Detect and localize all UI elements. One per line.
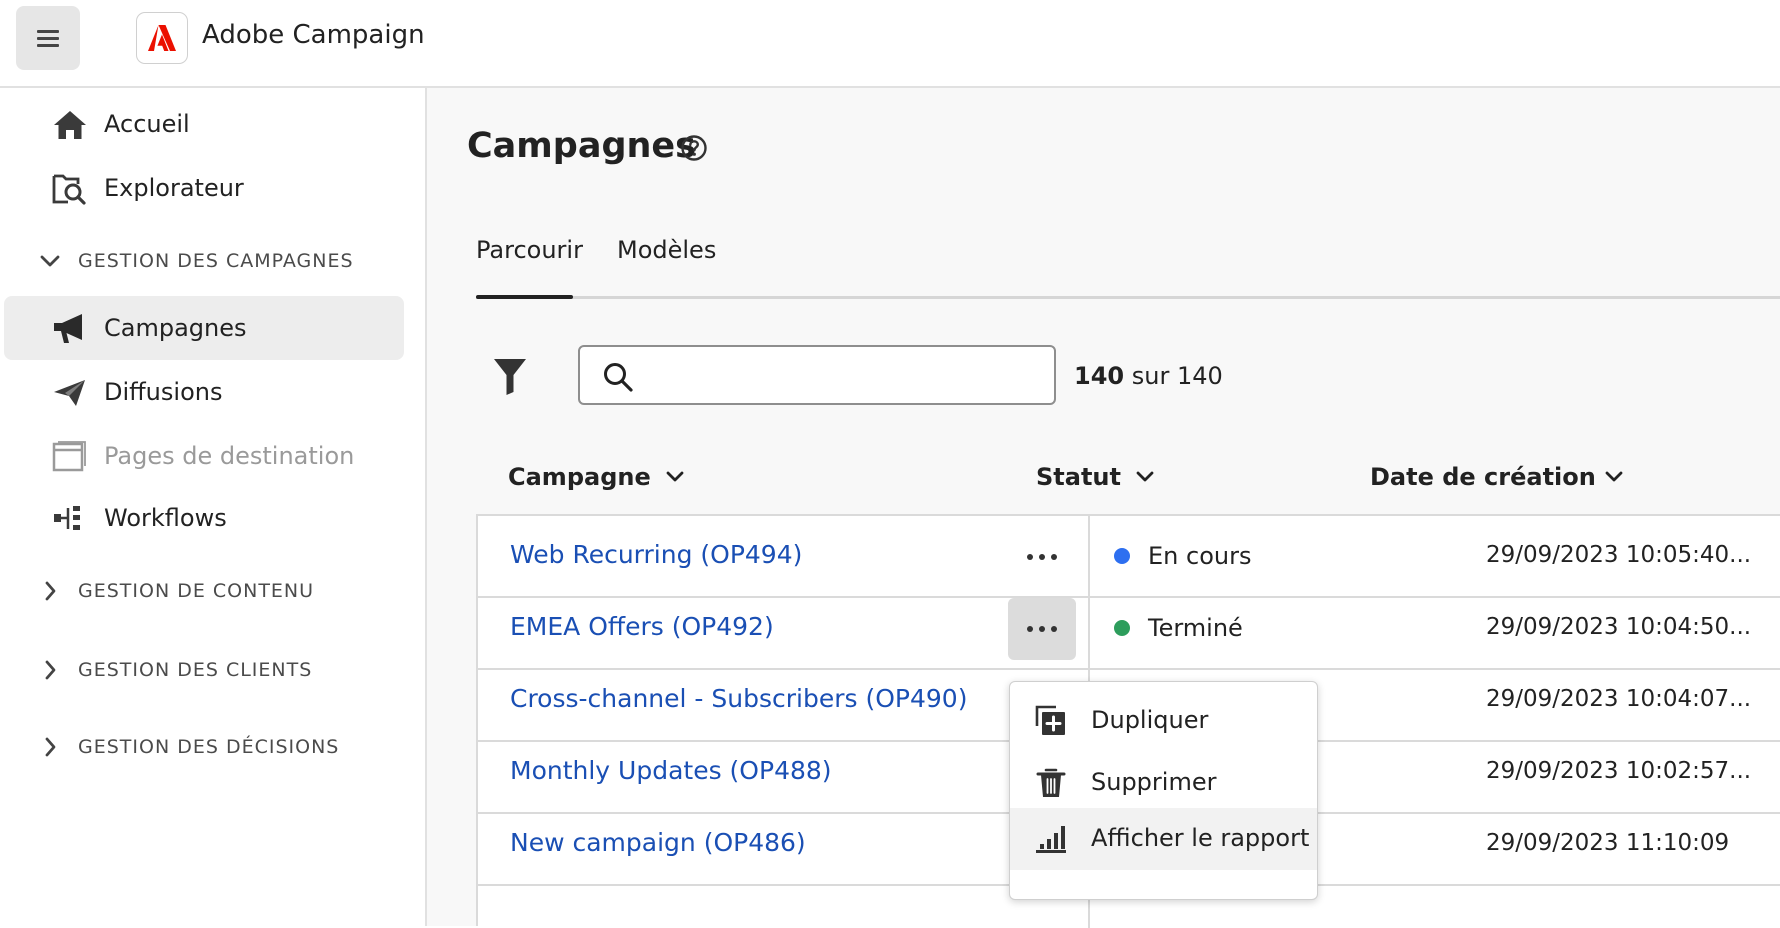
creation-date: 29/09/2023 10:05:40... bbox=[1486, 542, 1752, 568]
chevron-down-icon bbox=[666, 471, 684, 482]
column-header-label: Campagne bbox=[508, 463, 651, 491]
more-actions-button[interactable] bbox=[1008, 526, 1076, 588]
column-header-label: Date de création bbox=[1370, 463, 1596, 491]
sidebar-item-diffusions[interactable]: Diffusions bbox=[4, 360, 404, 424]
section-label: GESTION DE CONTENU bbox=[78, 580, 315, 602]
creation-date: 29/09/2023 10:02:57... bbox=[1486, 758, 1752, 784]
sidebar-item-label: Accueil bbox=[104, 110, 190, 138]
help-icon[interactable] bbox=[680, 134, 708, 162]
tab-modeles[interactable]: Modèles bbox=[617, 236, 716, 264]
status-cell: Terminé bbox=[1114, 614, 1243, 642]
browser-window-icon bbox=[52, 441, 86, 472]
search-input[interactable] bbox=[650, 355, 1044, 397]
search-icon bbox=[604, 363, 633, 392]
creation-date: 29/09/2023 10:04:50... bbox=[1486, 614, 1752, 640]
menu-item-label: Supprimer bbox=[1091, 768, 1217, 796]
status-label: En cours bbox=[1148, 542, 1252, 570]
row-actions-menu: Dupliquer Supprimer Afficher le rapport bbox=[1009, 681, 1318, 900]
table-row[interactable]: EMEA Offers (OP492) Terminé 29/09/2023 1… bbox=[478, 588, 1780, 670]
column-header-statut[interactable]: Statut bbox=[1036, 463, 1155, 491]
sidebar-item-pages-de-destination[interactable]: Pages de destination bbox=[4, 424, 404, 488]
menu-item-supprimer[interactable]: Supprimer bbox=[1010, 752, 1317, 814]
folder-search-icon bbox=[52, 174, 86, 205]
section-label: GESTION DES CLIENTS bbox=[78, 659, 313, 681]
section-label: GESTION DES DÉCISIONS bbox=[78, 736, 340, 758]
section-label: GESTION DES CAMPAGNES bbox=[78, 250, 354, 272]
chevron-down-icon bbox=[1136, 471, 1154, 482]
status-dot bbox=[1114, 620, 1130, 636]
page-title: Campagnes bbox=[467, 126, 696, 166]
column-header-campagne[interactable]: Campagne bbox=[508, 463, 685, 491]
sidebar-item-campagnes[interactable]: Campagnes bbox=[4, 296, 404, 360]
paper-plane-icon bbox=[54, 380, 85, 406]
duplicate-icon bbox=[1035, 705, 1065, 735]
result-count: 140 sur 140 bbox=[1074, 362, 1223, 390]
campaign-name-link[interactable]: Cross-channel - Subscribers (OP490) bbox=[510, 684, 967, 713]
creation-date: 29/09/2023 11:10:09 bbox=[1486, 830, 1730, 856]
creation-date: 29/09/2023 10:04:07... bbox=[1486, 686, 1752, 712]
megaphone-icon bbox=[54, 314, 82, 343]
app-title: Adobe Campaign bbox=[202, 20, 425, 50]
bar-chart-icon bbox=[1036, 826, 1066, 853]
tab-parcourir[interactable]: Parcourir bbox=[476, 236, 583, 264]
sidebar-item-label: Pages de destination bbox=[104, 442, 355, 470]
table-row[interactable]: Web Recurring (OP494) En cours 29/09/202… bbox=[478, 516, 1780, 598]
menu-item-dupliquer[interactable]: Dupliquer bbox=[1010, 690, 1317, 752]
more-icon bbox=[1027, 554, 1057, 560]
more-icon bbox=[1027, 626, 1057, 632]
campaign-name-link[interactable]: EMEA Offers (OP492) bbox=[510, 612, 774, 641]
menu-item-label: Afficher le rapport bbox=[1091, 824, 1310, 852]
adobe-logo[interactable] bbox=[136, 12, 188, 64]
more-actions-button[interactable] bbox=[1008, 598, 1076, 660]
result-count-shown: 140 bbox=[1074, 362, 1125, 390]
chevron-down-icon bbox=[1605, 471, 1623, 482]
campaign-name-link[interactable]: Monthly Updates (OP488) bbox=[510, 756, 832, 785]
filter-icon[interactable] bbox=[493, 358, 527, 396]
campaign-name-link[interactable]: New campaign (OP486) bbox=[510, 828, 806, 857]
chevron-down-icon bbox=[40, 255, 60, 267]
menu-item-label: Dupliquer bbox=[1091, 706, 1209, 734]
sidebar: Accueil Explorateur GESTION DES CAMPAGNE… bbox=[0, 88, 427, 926]
active-tab-indicator bbox=[476, 295, 573, 299]
workflow-icon bbox=[54, 506, 80, 530]
section-gestion-des-clients[interactable]: GESTION DES CLIENTS bbox=[4, 650, 404, 690]
chevron-right-icon bbox=[45, 737, 56, 757]
sidebar-item-workflows[interactable]: Workflows bbox=[4, 486, 404, 550]
home-icon bbox=[54, 111, 86, 139]
status-label: Terminé bbox=[1148, 614, 1243, 642]
adobe-logo-icon bbox=[148, 25, 176, 51]
chevron-right-icon bbox=[45, 581, 56, 601]
sidebar-item-label: Explorateur bbox=[104, 174, 244, 202]
sidebar-item-label: Workflows bbox=[104, 504, 227, 532]
chevron-right-icon bbox=[45, 660, 56, 680]
section-gestion-de-contenu[interactable]: GESTION DE CONTENU bbox=[4, 571, 404, 611]
sidebar-item-label: Campagnes bbox=[104, 314, 247, 342]
status-dot bbox=[1114, 548, 1130, 564]
search-field[interactable] bbox=[578, 345, 1056, 405]
section-gestion-des-decisions[interactable]: GESTION DES DÉCISIONS bbox=[4, 727, 404, 767]
section-gestion-des-campagnes[interactable]: GESTION DES CAMPAGNES bbox=[4, 241, 404, 281]
top-bar: Adobe Campaign bbox=[0, 0, 1780, 88]
column-header-label: Statut bbox=[1036, 463, 1121, 491]
trash-icon bbox=[1036, 768, 1066, 797]
status-cell: En cours bbox=[1114, 542, 1251, 570]
result-count-total: sur 140 bbox=[1131, 362, 1223, 390]
sidebar-item-accueil[interactable]: Accueil bbox=[4, 92, 404, 156]
column-header-date-de-creation[interactable]: Date de création bbox=[1370, 463, 1624, 491]
sidebar-item-explorateur[interactable]: Explorateur bbox=[4, 156, 404, 220]
campaign-name-link[interactable]: Web Recurring (OP494) bbox=[510, 540, 802, 569]
hamburger-icon bbox=[37, 29, 59, 47]
tabs-divider bbox=[476, 296, 1780, 299]
hamburger-menu-button[interactable] bbox=[16, 6, 80, 70]
sidebar-item-label: Diffusions bbox=[104, 378, 223, 406]
menu-item-afficher-le-rapport[interactable]: Afficher le rapport bbox=[1010, 808, 1317, 870]
